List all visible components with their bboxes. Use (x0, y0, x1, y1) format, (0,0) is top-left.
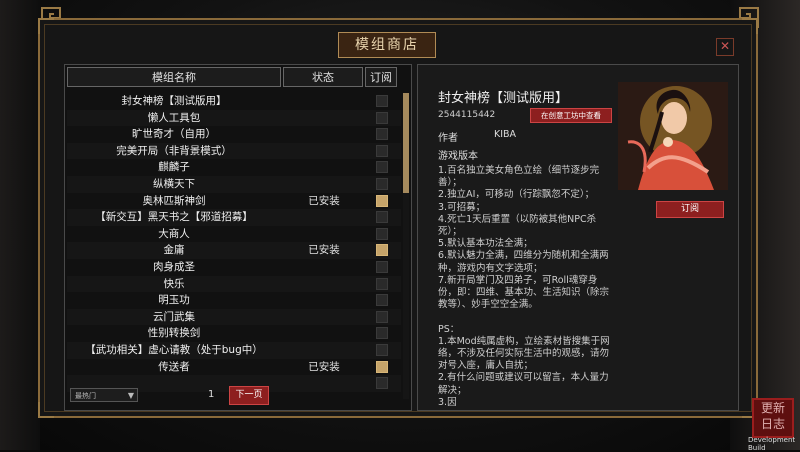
mod-name: 完美开局（非背景模式） (116, 144, 232, 157)
close-icon[interactable]: ✕ (716, 38, 734, 56)
subscribe-checkbox[interactable] (376, 360, 388, 373)
subscribe-checkbox[interactable] (376, 177, 388, 190)
mod-status: 已安装 (308, 194, 340, 207)
mod-name: 【新交互】黑天书之【邪道招募】 (95, 211, 253, 224)
subscribe-checkbox[interactable] (376, 95, 388, 107)
mod-row[interactable]: 肉身成圣 (67, 259, 401, 276)
mod-name: 金庸 (163, 244, 185, 257)
chevron-down-icon: ▼ (127, 391, 134, 400)
sort-selected-label: 最热门 (75, 392, 96, 400)
page-number: 1 (208, 389, 215, 400)
mod-row[interactable]: 封女神榜【测试版用】 (67, 93, 401, 110)
background-left-shade (0, 0, 40, 450)
subscribe-button[interactable]: 订阅 (656, 201, 724, 218)
mod-name: 传送者 (158, 360, 190, 373)
window-title: 模组商店 (338, 32, 436, 58)
mod-row[interactable]: 传送者 已安装 (67, 359, 401, 376)
corner-decor (38, 18, 54, 34)
subscribe-checkbox[interactable] (376, 343, 388, 356)
subscribe-checkbox[interactable] (376, 327, 388, 340)
update-log-button[interactable]: 更新 日志 (752, 398, 794, 438)
subscribe-checkbox[interactable] (376, 310, 388, 323)
column-header-subscribe[interactable]: 订阅 (365, 67, 397, 87)
subscribe-checkbox[interactable] (376, 194, 388, 207)
column-header-name[interactable]: 模组名称 (67, 67, 281, 87)
mod-row[interactable]: 纵横天下 (67, 175, 401, 193)
update-log-line1: 更新 (760, 401, 785, 415)
mod-id: 2544115442 (438, 110, 496, 120)
corner-decor (38, 402, 54, 418)
mod-row[interactable]: 奥林匹斯神剑 已安装 (67, 193, 401, 210)
author-label: 作者 (438, 133, 458, 144)
mod-row[interactable]: 快乐 (67, 275, 401, 293)
subscribe-checkbox[interactable] (376, 277, 388, 290)
mod-row[interactable]: 明玉功 (67, 292, 401, 309)
mod-row[interactable]: 金庸 已安装 (67, 242, 401, 259)
mod-row[interactable]: 大商人 (67, 226, 401, 243)
mod-name: 奥林匹斯神剑 (142, 194, 206, 207)
mod-name: 云门武集 (153, 310, 195, 323)
mod-row[interactable]: 麒麟子 (67, 159, 401, 176)
mod-list-panel: 模组名称 状态 订阅 封女神榜【测试版用】 懒人工具包旷世奇才（自用） 完美开局（非… (64, 64, 412, 411)
sort-dropdown[interactable]: 最热门 ▼ (70, 388, 138, 402)
subscribe-checkbox[interactable] (376, 144, 388, 157)
mod-name: 大商人 (158, 227, 190, 240)
mod-preview-image (618, 82, 728, 190)
subscribe-checkbox[interactable] (376, 211, 388, 224)
mod-name: 明玉功 (158, 294, 190, 307)
mod-title: 封女神榜【测试版用】 (438, 91, 569, 106)
mod-name: 封女神榜【测试版用】 (121, 95, 227, 107)
mod-list: 封女神榜【测试版用】 懒人工具包旷世奇才（自用） 完美开局（非背景模式） 麒麟子纵横天… (67, 93, 401, 399)
update-log-line2: 日志 (760, 417, 785, 431)
view-in-workshop-button[interactable]: 在创意工坊中查看 (530, 108, 612, 123)
subscribe-checkbox[interactable] (376, 260, 388, 273)
mod-name: 【武功相关】虚心请教（处于bug中） (85, 343, 263, 356)
mod-row[interactable]: 懒人工具包 (67, 109, 401, 127)
scrollbar-thumb[interactable] (403, 93, 409, 193)
subscribe-checkbox[interactable] (376, 294, 388, 307)
next-page-button[interactable]: 下一页 (229, 386, 269, 405)
subscribe-checkbox[interactable] (376, 111, 388, 124)
corner-decor (742, 18, 758, 34)
mod-description: 1.百名独立美女角色立绘（细节逐步完善）； 2.独立AI，可移动（行踪飘忽不定）… (438, 165, 610, 408)
subscribe-checkbox[interactable] (376, 244, 388, 257)
mod-row[interactable]: 云门武集 (67, 308, 401, 326)
column-header-status[interactable]: 状态 (283, 67, 363, 87)
mod-name: 旷世奇才（自用） (132, 128, 216, 141)
mod-row[interactable]: 完美开局（非背景模式） (67, 142, 401, 160)
version-label: 游戏版本 (438, 151, 478, 162)
mod-row[interactable]: 旷世奇才（自用） (67, 126, 401, 143)
mod-status: 已安装 (308, 244, 340, 257)
mod-name: 懒人工具包 (147, 111, 201, 124)
mod-name: 麒麟子 (158, 161, 190, 174)
mod-row[interactable]: 性别转换剑 (67, 325, 401, 342)
subscribe-checkbox[interactable] (376, 161, 388, 174)
mod-status: 已安装 (308, 360, 340, 373)
mod-name: 性别转换剑 (147, 327, 201, 340)
mod-row[interactable]: 【武功相关】虚心请教（处于bug中） (67, 341, 401, 359)
mod-name: 纵横天下 (153, 177, 195, 190)
mod-name: 快乐 (163, 277, 185, 290)
mod-name: 肉身成圣 (153, 260, 195, 273)
subscribe-checkbox[interactable] (376, 377, 388, 390)
author-value: KIBA (494, 129, 517, 140)
subscribe-checkbox[interactable] (376, 128, 388, 141)
scrollbar[interactable] (403, 93, 409, 399)
mod-row[interactable]: 【新交互】黑天书之【邪道招募】 (67, 209, 401, 226)
subscribe-checkbox[interactable] (376, 227, 388, 240)
